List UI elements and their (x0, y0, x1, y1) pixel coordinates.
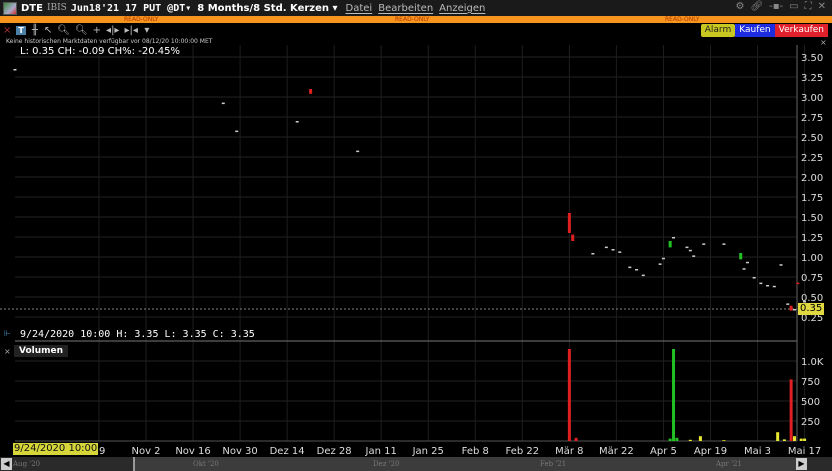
volume-bar (776, 432, 780, 441)
price-tick-label: 0.75 (801, 273, 823, 284)
close-pane-icon[interactable]: × (820, 38, 827, 47)
candle (668, 241, 672, 248)
candle (796, 282, 800, 285)
price-tick-label: 2.75 (801, 113, 823, 124)
date-tick-label: Feb 22 (506, 446, 540, 457)
volume-bar (722, 440, 726, 441)
volume-tick-label: 750 (801, 377, 820, 388)
date-tick-label: Mai 17 (788, 446, 821, 457)
price-tick-label: 1.25 (801, 233, 823, 244)
scroll-thumb[interactable] (133, 457, 797, 471)
candle (789, 305, 793, 311)
candle (661, 257, 665, 260)
scroll-month: Aug '20 (13, 460, 41, 468)
price-tick-label: 1.75 (801, 193, 823, 204)
pane-handle-icon[interactable]: ⊩ (4, 329, 11, 338)
candle (779, 264, 783, 266)
candle (567, 213, 571, 233)
price-tick-label: 3.50 (801, 53, 823, 64)
volume-bar (668, 438, 672, 441)
date-tick-label: Nov 30 (222, 446, 257, 457)
candle (611, 249, 615, 251)
price-tick-label: 1.50 (801, 213, 823, 224)
candle (752, 277, 756, 279)
candle (13, 69, 17, 71)
scroll-right-icon[interactable]: ▶ (796, 458, 807, 470)
scroll-month: Apr '21 (716, 460, 742, 468)
close-volume-icon[interactable]: × (4, 347, 11, 356)
candle (356, 150, 360, 153)
volume-bar (782, 439, 786, 441)
scroll-month: Dez '20 (373, 460, 400, 468)
candle (658, 263, 662, 265)
date-tick-label: Mär 22 (599, 446, 634, 457)
price-tick-label: 2.50 (801, 133, 823, 144)
volume-bar (803, 438, 807, 441)
candle (786, 303, 790, 305)
price-chart[interactable]: 3.50 3.25 3.00 2.75 2.50 2.25 2.00 1.75 1.50 1.25… (0, 0, 832, 457)
cursor-date-label: 9/24/2020 10:00 (13, 443, 99, 455)
candle (604, 246, 608, 249)
price-tick-label: 1.00 (801, 253, 823, 264)
date-tick-label: Nov 2 (131, 446, 160, 457)
candle (742, 268, 746, 270)
candle (221, 102, 225, 105)
volume-bar (675, 437, 679, 441)
volume-bar (688, 439, 692, 441)
volume-bar (698, 436, 702, 441)
scroll-left-icon[interactable]: ◀ (1, 458, 12, 470)
candle (692, 255, 696, 257)
candle (792, 309, 796, 311)
candle (766, 285, 770, 287)
date-tick-label: Feb 8 (462, 446, 489, 457)
volume-bar (799, 438, 803, 441)
date-tick-label: Jan 11 (365, 446, 397, 457)
volume-bar (672, 349, 676, 441)
date-tick-label: Nov 16 (175, 446, 210, 457)
volume-tick-label: 500 (801, 397, 820, 408)
candle (685, 246, 689, 249)
price-tick-label: 2.00 (801, 173, 823, 184)
volume-tick-label: 1.0K (801, 357, 824, 368)
date-tick-label: Dez 14 (270, 446, 305, 457)
candle (295, 121, 299, 123)
candle (591, 253, 595, 255)
price-tick-label: 3.25 (801, 73, 823, 84)
price-info: L: 0.35 CH: -0.09 CH%: -20.45% (20, 46, 180, 57)
date-tick-label: Mai 3 (744, 446, 771, 457)
candle (635, 269, 639, 271)
volume-bar (792, 436, 796, 441)
candle (641, 274, 645, 277)
candle (672, 237, 676, 239)
date-tick-label: Jan 25 (412, 446, 444, 457)
price-tick-label: 2.25 (801, 153, 823, 164)
candle (722, 243, 726, 245)
candle (571, 234, 575, 241)
candle (702, 243, 706, 245)
price-tick-label: 3.00 (801, 93, 823, 104)
last-price-label: 0.35 (798, 303, 825, 315)
date-tick-label: Mär 8 (555, 446, 583, 457)
date-tick-label: Apr 19 (694, 446, 727, 457)
bar-info: 9/24/2020 10:00 H: 3.35 L: 3.35 C: 3.35 (20, 329, 255, 340)
volume-tick-label: 250 (801, 417, 820, 428)
candle (745, 261, 749, 264)
candle (772, 285, 776, 288)
volume-pane-label: Volumen (14, 345, 69, 357)
volume-bar (789, 379, 793, 441)
scroll-month: Okt '20 (193, 460, 219, 468)
candle (628, 266, 632, 269)
scroll-month: Feb '21 (540, 460, 567, 468)
candle (618, 251, 622, 253)
candle (309, 89, 313, 94)
volume-bar (567, 349, 571, 441)
candle (759, 282, 763, 285)
candle (739, 253, 743, 260)
date-tick-label: Dez 28 (317, 446, 352, 457)
volume-bar (574, 437, 578, 441)
candle (688, 249, 692, 252)
candle (235, 130, 239, 133)
time-scrollbar[interactable]: ◀ Aug '20 Okt '20 Dez '20 Feb '21 Apr '2… (0, 457, 832, 471)
date-tick-label: Apr 5 (650, 446, 677, 457)
